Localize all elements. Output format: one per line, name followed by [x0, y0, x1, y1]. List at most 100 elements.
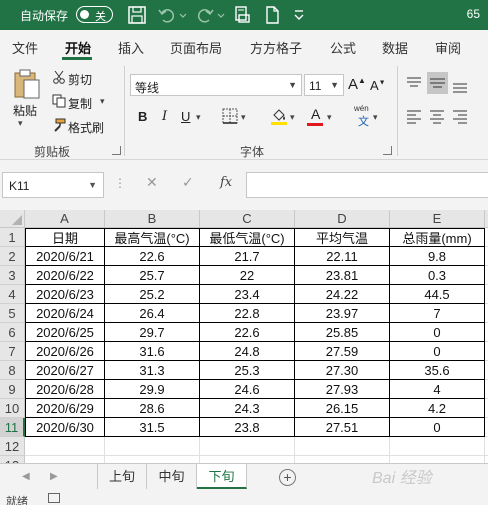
name-box[interactable]: K11 ▼: [2, 172, 104, 198]
sheet-tab-2[interactable]: 中旬: [147, 464, 197, 489]
empty-cell[interactable]: [25, 456, 105, 463]
formula-input[interactable]: [246, 172, 488, 198]
row-header[interactable]: 4: [0, 285, 25, 304]
table-cell[interactable]: 2020/6/23: [25, 285, 105, 304]
print-preview-icon[interactable]: [232, 5, 252, 25]
empty-cell[interactable]: [105, 456, 200, 463]
empty-cell[interactable]: [295, 456, 390, 463]
tab-file[interactable]: 文件: [12, 38, 38, 57]
enter-icon[interactable]: ✓: [182, 174, 194, 191]
row-header[interactable]: 6: [0, 323, 25, 342]
table-cell[interactable]: 25.2: [105, 285, 200, 304]
header-cell[interactable]: 平均气温: [295, 228, 390, 247]
row-header[interactable]: 5: [0, 304, 25, 323]
table-cell[interactable]: 2020/6/28: [25, 380, 105, 399]
cancel-icon[interactable]: ✕: [146, 174, 158, 191]
redo-icon[interactable]: [195, 5, 215, 25]
empty-cell[interactable]: [105, 437, 200, 456]
table-cell[interactable]: 22: [200, 266, 295, 285]
row-header[interactable]: 10: [0, 399, 25, 418]
table-cell[interactable]: 23.81: [295, 266, 390, 285]
shrink-font-button[interactable]: A▼: [370, 78, 386, 93]
empty-cell[interactable]: [390, 437, 485, 456]
clipboard-launcher-icon[interactable]: [112, 146, 121, 155]
select-all-corner[interactable]: [0, 210, 25, 228]
font-color-dropdown-icon[interactable]: ▾: [327, 112, 332, 123]
prev-sheet-icon[interactable]: ◀: [22, 471, 30, 482]
table-cell[interactable]: 24.8: [200, 342, 295, 361]
table-cell[interactable]: 25.7: [105, 266, 200, 285]
table-cell[interactable]: 4: [390, 380, 485, 399]
empty-cell[interactable]: [200, 456, 295, 463]
table-cell[interactable]: 31.5: [105, 418, 200, 437]
table-cell[interactable]: 31.6: [105, 342, 200, 361]
column-header-d[interactable]: D: [295, 210, 390, 228]
table-cell[interactable]: 2020/6/24: [25, 304, 105, 323]
table-cell[interactable]: 2020/6/22: [25, 266, 105, 285]
paste-dropdown-icon[interactable]: ▾: [18, 118, 23, 129]
table-cell[interactable]: 22.11: [295, 247, 390, 266]
next-sheet-icon[interactable]: ▶: [50, 471, 58, 482]
font-size-select[interactable]: 11 ▼: [304, 74, 344, 96]
format-painter-label[interactable]: 格式刷: [68, 119, 104, 136]
tab-page-layout[interactable]: 页面布局: [170, 38, 222, 57]
row-header[interactable]: 12: [0, 437, 25, 456]
table-cell[interactable]: 25.85: [295, 323, 390, 342]
tab-home[interactable]: 开始: [65, 38, 91, 57]
row-header[interactable]: 13: [0, 456, 25, 463]
row-header[interactable]: 2: [0, 247, 25, 266]
table-cell[interactable]: 0.3: [390, 266, 485, 285]
insert-function-icon[interactable]: fx: [220, 175, 232, 190]
sheet-tab-1[interactable]: 上旬: [97, 464, 147, 489]
table-cell[interactable]: 9.8: [390, 247, 485, 266]
redo-dropdown-icon[interactable]: [216, 5, 226, 25]
table-cell[interactable]: 27.30: [295, 361, 390, 380]
table-cell[interactable]: 23.97: [295, 304, 390, 323]
bold-button[interactable]: B: [138, 109, 147, 124]
cut-icon[interactable]: [52, 70, 66, 87]
sheet-tab-3[interactable]: 下旬: [197, 464, 247, 489]
empty-cell[interactable]: [200, 437, 295, 456]
paste-icon[interactable]: [12, 68, 42, 103]
row-header[interactable]: 9: [0, 380, 25, 399]
table-cell[interactable]: 29.7: [105, 323, 200, 342]
grow-font-button[interactable]: A▲: [348, 76, 366, 93]
table-cell[interactable]: 35.6: [390, 361, 485, 380]
table-cell[interactable]: 2020/6/21: [25, 247, 105, 266]
underline-button[interactable]: U: [181, 109, 190, 124]
table-cell[interactable]: 24.6: [200, 380, 295, 399]
row-header[interactable]: 3: [0, 266, 25, 285]
phonetic-label-top[interactable]: wén: [354, 104, 369, 113]
table-cell[interactable]: 44.5: [390, 285, 485, 304]
table-cell[interactable]: 7: [390, 304, 485, 323]
table-cell[interactable]: 26.15: [295, 399, 390, 418]
table-cell[interactable]: 2020/6/26: [25, 342, 105, 361]
table-cell[interactable]: 27.51: [295, 418, 390, 437]
undo-icon[interactable]: [157, 5, 177, 25]
table-cell[interactable]: 22.6: [105, 247, 200, 266]
borders-dropdown-icon[interactable]: ▾: [241, 112, 246, 123]
italic-button[interactable]: I: [162, 109, 167, 124]
header-cell[interactable]: 最低气温(°C): [200, 228, 295, 247]
autosave-toggle[interactable]: 关: [76, 6, 113, 23]
font-launcher-icon[interactable]: [383, 146, 392, 155]
table-cell[interactable]: 0: [390, 418, 485, 437]
row-header[interactable]: 1: [0, 228, 25, 247]
table-cell[interactable]: 24.22: [295, 285, 390, 304]
table-cell[interactable]: 24.3: [200, 399, 295, 418]
table-cell[interactable]: 0: [390, 323, 485, 342]
new-file-icon[interactable]: [262, 5, 282, 25]
font-name-select[interactable]: 等线 ▼: [130, 74, 302, 96]
align-middle-button[interactable]: [427, 72, 448, 94]
borders-icon[interactable]: [222, 108, 238, 127]
table-cell[interactable]: 4.2: [390, 399, 485, 418]
copy-label[interactable]: 复制: [68, 95, 92, 112]
column-header-e[interactable]: E: [390, 210, 485, 228]
column-header-b[interactable]: B: [105, 210, 200, 228]
phonetic-label-bottom[interactable]: 文: [358, 113, 369, 129]
copy-icon[interactable]: [52, 94, 66, 111]
table-cell[interactable]: 31.3: [105, 361, 200, 380]
header-cell[interactable]: 最高气温(°C): [105, 228, 200, 247]
align-left-icon[interactable]: [406, 110, 422, 127]
align-top-icon[interactable]: [406, 76, 422, 93]
